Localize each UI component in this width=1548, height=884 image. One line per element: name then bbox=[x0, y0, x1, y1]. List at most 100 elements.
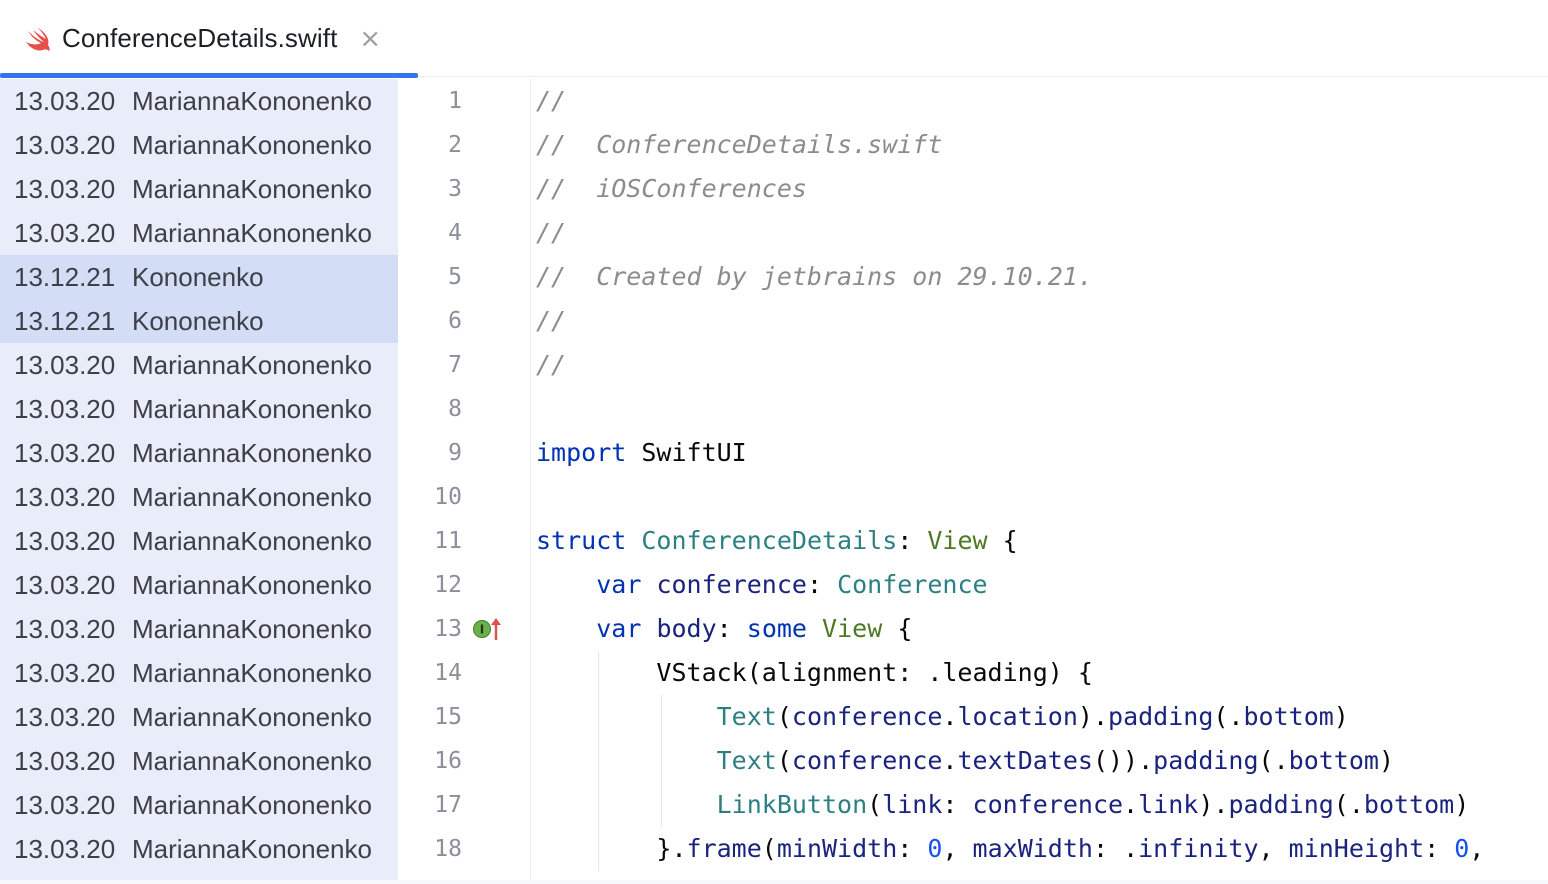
annotation-author: MariannaKononenko bbox=[132, 85, 372, 116]
gutter-divider bbox=[530, 79, 531, 884]
code-line[interactable]: // bbox=[536, 79, 566, 123]
code-token: ConferenceDetails bbox=[641, 526, 898, 555]
code-token: ( bbox=[776, 746, 792, 775]
annotation-row[interactable]: 13.03.20 MariannaKononenko bbox=[0, 167, 398, 211]
code-line[interactable]: // Created by jetbrains on 29.10.21. bbox=[536, 255, 1093, 299]
annotation-date: 13.03.20 bbox=[14, 833, 116, 864]
svg-text:I: I bbox=[480, 623, 484, 637]
annotation-row[interactable]: 13.03.20 MariannaKononenko bbox=[0, 739, 398, 783]
annotation-author: MariannaKononenko bbox=[132, 701, 372, 732]
tab-conference-details[interactable]: ConferenceDetails.swift × bbox=[0, 0, 418, 78]
code-token: textDates bbox=[957, 746, 1093, 775]
close-icon[interactable]: × bbox=[359, 26, 381, 52]
code-token: // iOSConferences bbox=[536, 174, 807, 203]
code-token: padding bbox=[1153, 746, 1259, 775]
annotation-row[interactable]: 13.03.20 MariannaKononenko bbox=[0, 827, 398, 871]
line-number: 5 bbox=[448, 264, 462, 290]
annotation-row[interactable]: 13.03.20 MariannaKononenko bbox=[0, 431, 398, 475]
code-token: : bbox=[716, 614, 747, 643]
annotation-row[interactable]: 13.03.20 MariannaKononenko bbox=[0, 211, 398, 255]
code-token: View bbox=[822, 614, 883, 643]
line-number: 7 bbox=[448, 352, 462, 378]
code-token: Text bbox=[716, 746, 777, 775]
code-line[interactable]: Text(conference.textDates()).padding(.bo… bbox=[536, 739, 1394, 783]
annotation-author: MariannaKononenko bbox=[132, 173, 372, 204]
code-token: : bbox=[806, 570, 838, 599]
line-number: 11 bbox=[434, 528, 462, 554]
code-token: ( bbox=[761, 834, 777, 863]
code-token: frame bbox=[686, 834, 762, 863]
annotation-row[interactable]: 13.12.21 Kononenko bbox=[0, 255, 398, 299]
code-token: : bbox=[942, 790, 973, 819]
annotation-author: Kononenko bbox=[132, 305, 264, 336]
code-token: : . bbox=[1092, 834, 1139, 863]
annotation-date: 13.12.21 bbox=[14, 305, 116, 336]
code-line[interactable]: struct ConferenceDetails: View { bbox=[536, 519, 1018, 563]
annotation-date: 13.03.20 bbox=[14, 173, 116, 204]
annotation-row[interactable]: 13.03.20 MariannaKononenko bbox=[0, 123, 398, 167]
code-token: // bbox=[536, 218, 567, 247]
code-token: var bbox=[596, 570, 642, 599]
annotation-author: MariannaKononenko bbox=[132, 613, 372, 644]
code-token: , bbox=[942, 834, 973, 863]
annotation-column: 13.03.20 MariannaKononenko 13.03.20 Mariann… bbox=[0, 79, 398, 884]
annotation-author: MariannaKononenko bbox=[132, 745, 372, 776]
code-token: Conference bbox=[837, 570, 988, 599]
annotation-row[interactable]: 13.03.20 MariannaKononenko bbox=[0, 563, 398, 607]
annotation-row[interactable]: 13.03.20 MariannaKononenko bbox=[0, 651, 398, 695]
code-token: body bbox=[656, 614, 717, 643]
annotation-date: 13.03.20 bbox=[14, 349, 116, 380]
code-line[interactable]: // bbox=[536, 211, 566, 255]
annotation-date: 13.03.20 bbox=[14, 393, 116, 424]
annotation-row[interactable]: 13.03.20 MariannaKononenko bbox=[0, 387, 398, 431]
annotation-row[interactable]: 13.03.20 MariannaKononenko bbox=[0, 783, 398, 827]
code-token: // bbox=[536, 86, 567, 115]
code-line[interactable]: // ConferenceDetails.swift bbox=[536, 123, 942, 167]
code-line[interactable]: // bbox=[536, 343, 566, 387]
annotation-row[interactable]: 13.03.20 MariannaKononenko bbox=[0, 475, 398, 519]
annotation-author: MariannaKononenko bbox=[132, 217, 372, 248]
annotation-row[interactable]: 13.03.20 MariannaKononenko bbox=[0, 519, 398, 563]
code-line[interactable]: // bbox=[536, 299, 566, 343]
line-number: 10 bbox=[434, 484, 462, 510]
code-token: 0 bbox=[1454, 834, 1470, 863]
annotation-row[interactable]: 13.03.20 MariannaKononenko bbox=[0, 343, 398, 387]
code-line[interactable]: LinkButton(link: conference.link).paddin… bbox=[536, 783, 1470, 827]
code-line[interactable]: var body: some View { bbox=[536, 607, 912, 651]
code-token: padding bbox=[1228, 790, 1334, 819]
code-token: bottom bbox=[1363, 790, 1455, 819]
annotation-row[interactable]: 13.12.21 Kononenko bbox=[0, 299, 398, 343]
annotation-row[interactable]: 13.03.20 MariannaKononenko bbox=[0, 79, 398, 123]
code-line[interactable]: }.frame(minWidth: 0, maxWidth: .infinity… bbox=[536, 827, 1484, 871]
annotation-row[interactable]: 13.03.20 MariannaKononenko bbox=[0, 607, 398, 651]
implements-protocol-icon[interactable]: I bbox=[472, 615, 504, 643]
code-token: link bbox=[1138, 790, 1199, 819]
code-token: ( bbox=[867, 790, 883, 819]
code-token: maxWidth bbox=[972, 834, 1093, 863]
annotation-row[interactable]: 13.03.20 MariannaKononenko bbox=[0, 695, 398, 739]
code-line[interactable]: Text(conference.location).padding(.botto… bbox=[536, 695, 1349, 739]
code-line[interactable]: VStack(alignment: .leading) { bbox=[536, 651, 1093, 695]
code-token: conference bbox=[972, 790, 1124, 819]
code-token: VStack(alignment: .leading) { bbox=[536, 658, 1093, 687]
code-token: Text bbox=[716, 702, 777, 731]
code-token: minWidth bbox=[776, 834, 898, 863]
code-line[interactable]: var conference: Conference bbox=[536, 563, 988, 607]
code-line[interactable]: // iOSConferences bbox=[536, 167, 807, 211]
code-line[interactable]: import SwiftUI bbox=[536, 431, 747, 475]
line-number: 2 bbox=[448, 132, 462, 158]
annotation-date: 13.03.20 bbox=[14, 525, 116, 556]
annotation-date: 13.03.20 bbox=[14, 217, 116, 248]
code-token: View bbox=[927, 526, 988, 555]
annotation-author: MariannaKononenko bbox=[132, 833, 372, 864]
code-token: , bbox=[1258, 834, 1289, 863]
code-token: var bbox=[596, 614, 642, 643]
annotation-date: 13.03.20 bbox=[14, 613, 116, 644]
line-number: 14 bbox=[434, 660, 462, 686]
indent-guide bbox=[661, 695, 662, 827]
annotation-author: MariannaKononenko bbox=[132, 525, 372, 556]
